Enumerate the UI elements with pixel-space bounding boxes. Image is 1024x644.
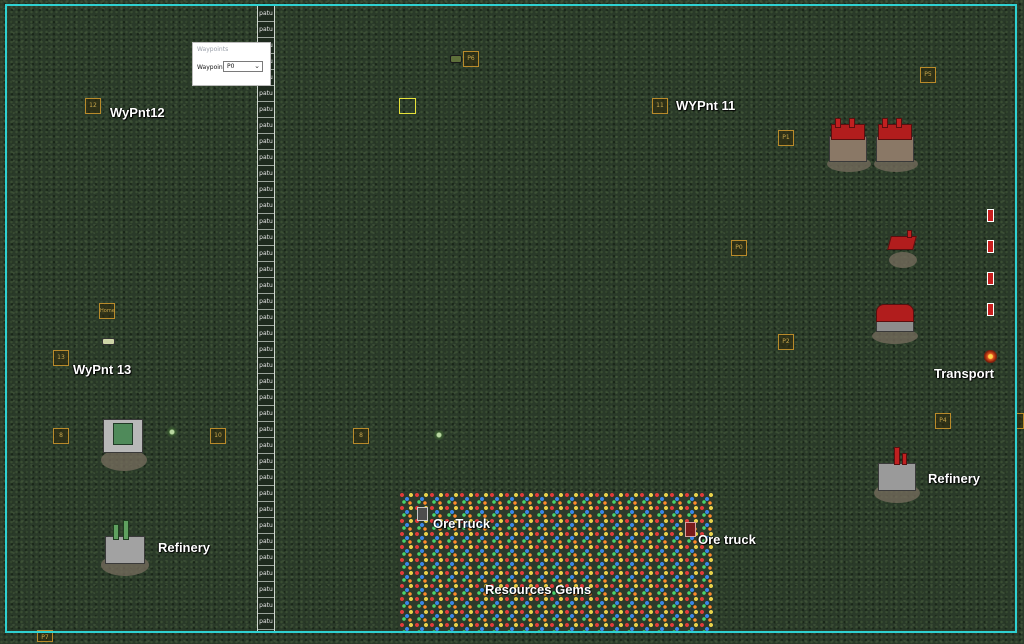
label-oretruck-left: OreTruck [433,516,491,531]
waypoint-marker-9[interactable]: 8 [353,428,369,444]
harvester-unit[interactable] [102,338,115,345]
label-wypnt13: WyPnt 13 [73,362,132,377]
patu-cell[interactable]: patu [258,22,274,38]
power-plant-building-1[interactable] [825,116,871,174]
waypoint-marker-home[interactable]: Home [99,303,115,319]
patu-cell[interactable]: patu [258,502,274,518]
power-plant-building-2[interactable] [872,116,918,174]
soldier-unit-4[interactable] [987,303,994,316]
construction-yard-building[interactable] [99,413,149,473]
patu-cell[interactable]: patu [258,614,274,630]
ore-truck-unit-right[interactable] [685,522,696,537]
waypoint-marker-11[interactable]: 11 [652,98,668,114]
waypoint-marker-edge[interactable] [1015,413,1024,429]
waypoint-marker-10[interactable]: 10 [210,428,226,444]
patu-cell[interactable]: patu [258,358,274,374]
patu-cell[interactable]: patu [258,454,274,470]
waypoint-marker-p7[interactable]: P7 [37,630,53,642]
patu-cell[interactable]: patu [258,406,274,422]
patu-cell[interactable]: patu [258,326,274,342]
patu-cell[interactable]: patu [258,470,274,486]
infantry-unit-left[interactable] [166,426,178,438]
patu-cell[interactable]: patu [258,342,274,358]
patu-cell[interactable]: patu [258,390,274,406]
label-oretruck-right: Ore truck [698,532,756,547]
vehicle-building[interactable] [885,228,921,270]
green-panel [113,423,133,445]
patu-cell[interactable]: patu [258,422,274,438]
patu-cell[interactable]: patu [258,374,274,390]
cursor-selection[interactable] [399,98,416,114]
waypoint-select[interactable]: P0 ⌄ [223,61,263,72]
label-resource-gems: Resources Gems [485,582,592,597]
patu-cell[interactable]: patu [258,150,274,166]
waypoint-label: Waypoint [197,64,226,71]
patu-cell[interactable]: patu [258,86,274,102]
patu-cell[interactable]: patu [258,102,274,118]
label-wypnt12: WyPnt12 [110,105,165,120]
patu-cell[interactable]: patu [258,310,274,326]
waypoint-marker-p0[interactable]: P0 [731,240,747,256]
patu-cell[interactable]: patu [258,486,274,502]
game-map[interactable]: patu patu patu patu patu patu patu patu patu patu… [0,0,1024,644]
patu-cell[interactable]: patu [258,198,274,214]
soldier-unit-2[interactable] [987,240,994,253]
ore-truck-unit-left[interactable] [417,507,428,521]
refinery-building-right[interactable] [872,445,922,505]
patu-cell[interactable]: patu [258,294,274,310]
waypoint-marker-8[interactable]: 8 [53,428,69,444]
tank-unit[interactable] [450,55,462,63]
label-wypnt11: WYPnt 11 [676,98,736,113]
barracks-building[interactable] [870,300,920,346]
transport-unit[interactable] [984,350,997,363]
patu-cell[interactable]: patu [258,598,274,614]
waypoint-marker-13[interactable]: 13 [53,350,69,366]
infantry-unit-center[interactable] [433,430,445,440]
label-transport: Transport [934,366,994,381]
patu-cell[interactable]: patu [258,262,274,278]
dialog-title: Waypoints [197,46,229,53]
soldier-unit-3[interactable] [987,272,994,285]
waypoint-marker-p1[interactable]: P1 [778,130,794,146]
waypoints-dialog: Waypoints Waypoint P0 ⌄ [192,42,271,86]
patu-cell[interactable]: patu [258,214,274,230]
patu-cell[interactable]: patu [258,438,274,454]
patu-cell[interactable]: patu [258,246,274,262]
label-refinery-right: Refinery [928,471,981,486]
patu-cell[interactable]: patu [258,134,274,150]
chevron-down-icon: ⌄ [254,62,260,70]
patu-cell[interactable]: patu [258,6,274,22]
waypoint-marker-p4[interactable]: P4 [935,413,951,429]
patu-column: patu patu patu patu patu patu patu patu patu patu… [257,4,275,633]
patu-cell[interactable]: patu [258,582,274,598]
waypoint-marker-p5[interactable]: P5 [920,67,936,83]
waypoint-marker-12[interactable]: 12 [85,98,101,114]
patu-cell[interactable]: patu [258,278,274,294]
patu-cell[interactable]: patu [258,182,274,198]
soldier-unit-1[interactable] [987,209,994,222]
waypoint-marker-p2[interactable]: P2 [778,334,794,350]
label-refinery-left: Refinery [158,540,211,555]
patu-cell[interactable]: patu [258,566,274,582]
patu-cell[interactable]: patu [258,518,274,534]
patu-cell[interactable]: patu [258,118,274,134]
resource-gem-field[interactable] [399,492,713,632]
patu-cell[interactable]: patu [258,550,274,566]
patu-cell[interactable]: patu [258,534,274,550]
patu-cell[interactable]: patu [258,166,274,182]
waypoint-marker-p6[interactable]: P6 [463,51,479,67]
waypoint-select-value: P0 [227,63,235,70]
refinery-building-left[interactable] [99,518,151,578]
patu-cell[interactable]: patu [258,230,274,246]
